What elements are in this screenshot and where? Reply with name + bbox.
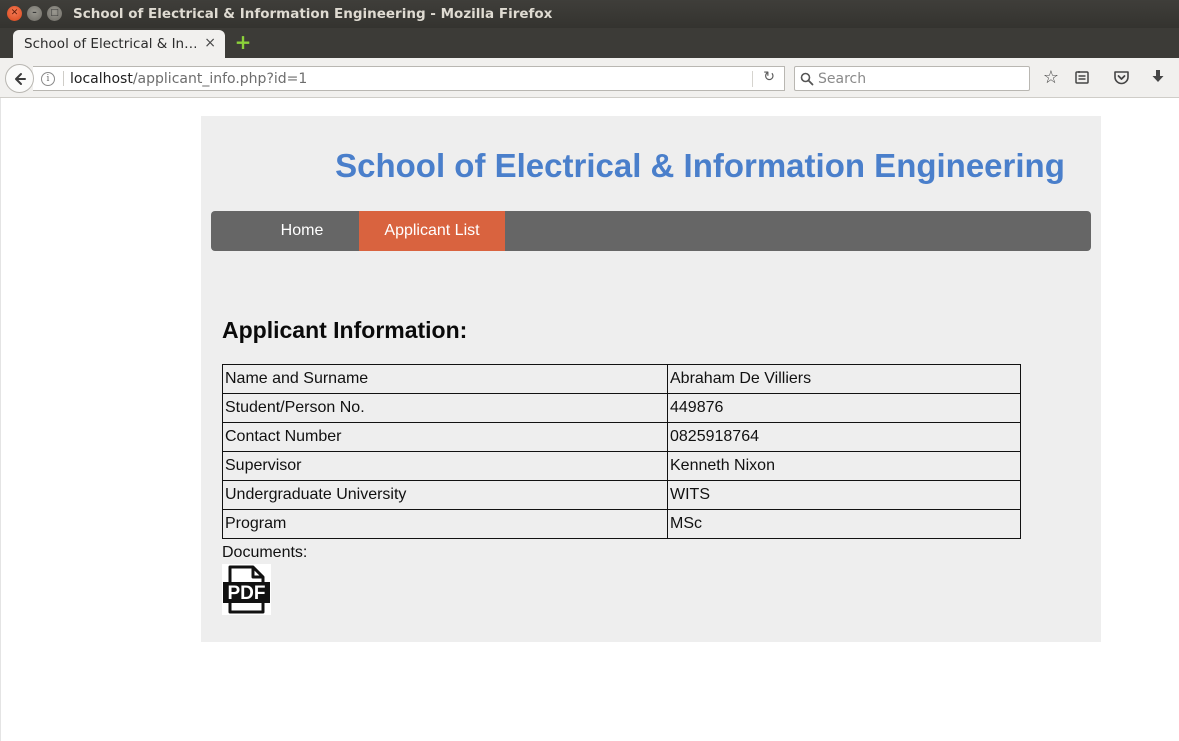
table-row: Contact Number 0825918764 <box>222 422 1021 452</box>
download-arrow-icon[interactable] <box>1148 67 1168 87</box>
main-menu: Home Applicant List <box>211 211 1091 251</box>
field-value-cell: WITS <box>667 480 1021 510</box>
pdf-file-icon: PDF <box>223 565 270 614</box>
field-name-cell: Supervisor <box>222 451 668 481</box>
down-arrow-icon <box>1152 70 1164 82</box>
field-value-cell: MSc <box>667 509 1021 539</box>
back-arrow-icon <box>14 72 26 85</box>
browser-tab[interactable]: School of Electrical & In… × <box>13 30 225 58</box>
tab-strip: School of Electrical & In… × + <box>0 28 1179 58</box>
field-value-cell: 0825918764 <box>667 422 1021 452</box>
page-container: School of Electrical & Information Engin… <box>201 116 1101 642</box>
reload-separator <box>752 71 753 87</box>
pocket-icon[interactable] <box>1111 67 1131 87</box>
pdf-icon-text: PDF <box>228 583 266 604</box>
url-text[interactable]: localhost/applicant_info.php?id=1 <box>70 71 307 87</box>
new-tab-plus-icon[interactable]: + <box>234 32 252 52</box>
bookmark-star-icon[interactable]: ☆ <box>1041 67 1061 88</box>
field-value-cell: 449876 <box>667 393 1021 423</box>
search-bar[interactable] <box>794 66 1030 91</box>
table-row: Student/Person No. 449876 <box>222 393 1021 423</box>
navigation-toolbar: i localhost/applicant_info.php?id=1 ↻ ☆ <box>0 58 1179 98</box>
search-icon <box>800 72 814 85</box>
back-button[interactable] <box>5 64 34 93</box>
list-icon <box>1075 71 1089 84</box>
pdf-document-link[interactable]: PDF <box>222 564 271 615</box>
field-value-cell: Abraham De Villiers <box>667 364 1021 394</box>
field-name-cell: Contact Number <box>222 422 668 452</box>
page-left-edge <box>0 98 1 741</box>
reading-list-icon[interactable] <box>1072 67 1092 87</box>
field-name-cell: Name and Surname <box>222 364 668 394</box>
tab-close-icon[interactable]: × <box>204 35 216 51</box>
menu-item-home[interactable]: Home <box>265 211 339 251</box>
search-input[interactable] <box>818 70 1018 87</box>
applicant-info-heading: Applicant Information: <box>222 317 468 343</box>
table-row: Supervisor Kenneth Nixon <box>222 451 1021 481</box>
pocket-shape-icon <box>1113 71 1129 85</box>
field-name-cell: Undergraduate University <box>222 480 668 510</box>
window-close-button[interactable]: ✕ <box>7 6 22 21</box>
menu-item-applicant-list[interactable]: Applicant List <box>359 211 505 251</box>
window-minimize-button[interactable]: – <box>27 6 42 21</box>
field-name-cell: Student/Person No. <box>222 393 668 423</box>
field-name-cell: Program <box>222 509 668 539</box>
field-value-cell: Kenneth Nixon <box>667 451 1021 481</box>
site-info-icon[interactable]: i <box>41 71 55 86</box>
tab-label: School of Electrical & In… <box>24 36 196 52</box>
window-titlebar: ✕ – □ School of Electrical & Information… <box>0 0 1179 28</box>
table-row: Program MSc <box>222 509 1021 539</box>
url-bar[interactable]: i localhost/applicant_info.php?id=1 ↻ <box>33 66 785 91</box>
table-row: Undergraduate University WITS <box>222 480 1021 510</box>
window-maximize-button[interactable]: □ <box>47 6 62 21</box>
window-title: School of Electrical & Information Engin… <box>73 6 553 22</box>
table-row: Name and Surname Abraham De Villiers <box>222 364 1021 394</box>
site-title: School of Electrical & Information Engin… <box>335 147 1065 184</box>
applicant-info-table: Name and Surname Abraham De Villiers Stu… <box>222 364 1021 539</box>
url-separator <box>63 71 64 86</box>
url-path: /applicant_info.php?id=1 <box>132 70 308 87</box>
documents-label: Documents: <box>222 544 308 561</box>
url-host: localhost <box>70 70 133 87</box>
reload-icon[interactable]: ↻ <box>763 69 775 85</box>
